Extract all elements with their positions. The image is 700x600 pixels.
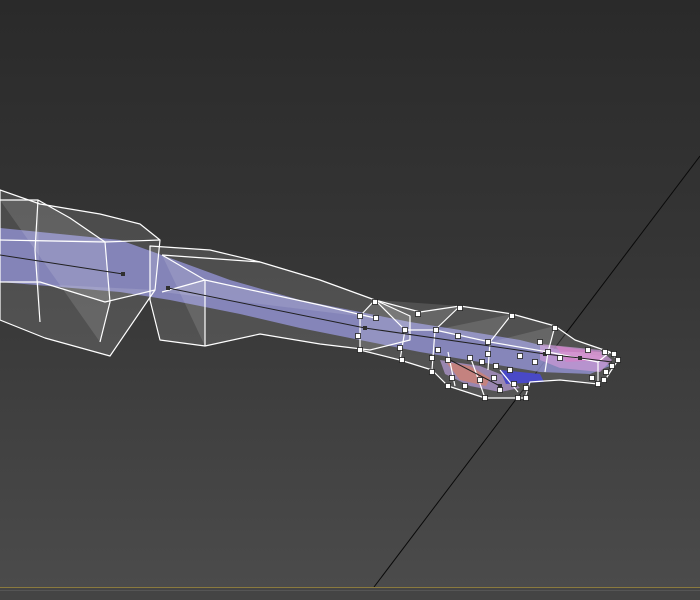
- vertex-handle[interactable]: [595, 381, 601, 387]
- vertex-handle[interactable]: [523, 385, 529, 391]
- vertex-handle[interactable]: [399, 357, 405, 363]
- vertex-handle[interactable]: [445, 357, 451, 363]
- vertex-handle[interactable]: [545, 349, 551, 355]
- joint-upper-arm: [121, 272, 125, 276]
- timeline-track: [0, 590, 700, 591]
- joint-forearm: [166, 286, 170, 290]
- vertex-handle[interactable]: [585, 347, 591, 353]
- vertex-handle[interactable]: [491, 375, 497, 381]
- vertex-handle[interactable]: [602, 349, 608, 355]
- vertex-handle[interactable]: [509, 313, 515, 319]
- perspective-scene[interactable]: [0, 0, 700, 600]
- vertex-handle[interactable]: [532, 359, 538, 365]
- vertex-handle[interactable]: [517, 353, 523, 359]
- vertex-handle[interactable]: [609, 363, 615, 369]
- envelope-volumes: [0, 189, 619, 399]
- vertex-handle[interactable]: [402, 327, 408, 333]
- vertex-handle[interactable]: [433, 327, 439, 333]
- vertex-handle[interactable]: [589, 375, 595, 381]
- vertex-handle[interactable]: [429, 369, 435, 375]
- vertex-handle[interactable]: [507, 367, 513, 373]
- vertex-handle[interactable]: [457, 305, 463, 311]
- vertex-handle[interactable]: [493, 363, 499, 369]
- vertex-handle[interactable]: [601, 377, 607, 383]
- vertex-handle[interactable]: [429, 355, 435, 361]
- timeline-strip[interactable]: [0, 587, 700, 600]
- vertex-handle[interactable]: [462, 383, 468, 389]
- vertex-handle[interactable]: [467, 355, 473, 361]
- vertex-handle[interactable]: [477, 377, 483, 383]
- vertex-handle[interactable]: [515, 395, 521, 401]
- vertex-handle[interactable]: [557, 355, 563, 361]
- vertex-handle[interactable]: [445, 383, 451, 389]
- vertex-handle[interactable]: [357, 313, 363, 319]
- vertex-handle[interactable]: [357, 347, 363, 353]
- 3d-viewport[interactable]: [0, 0, 700, 600]
- vertex-handle[interactable]: [355, 333, 361, 339]
- vertex-handle[interactable]: [523, 395, 529, 401]
- vertex-handle[interactable]: [611, 351, 617, 357]
- vertex-handle[interactable]: [372, 299, 378, 305]
- vertex-handle[interactable]: [373, 315, 379, 321]
- vertex-handle[interactable]: [537, 339, 543, 345]
- joint-wrist: [363, 326, 367, 330]
- vertex-handle[interactable]: [479, 359, 485, 365]
- vertex-handle[interactable]: [615, 357, 621, 363]
- vertex-handle[interactable]: [435, 347, 441, 353]
- vertex-handle[interactable]: [397, 345, 403, 351]
- vertex-handle[interactable]: [552, 325, 558, 331]
- vertex-handle[interactable]: [415, 311, 421, 317]
- vertex-handle[interactable]: [455, 333, 461, 339]
- joint-finger: [578, 356, 582, 360]
- vertex-handle[interactable]: [482, 395, 488, 401]
- vertex-handle[interactable]: [511, 381, 517, 387]
- vertex-handle[interactable]: [449, 375, 455, 381]
- vertex-handle[interactable]: [603, 369, 609, 375]
- vertex-handle[interactable]: [485, 339, 491, 345]
- vertex-handle[interactable]: [497, 387, 503, 393]
- vertex-handle[interactable]: [485, 351, 491, 357]
